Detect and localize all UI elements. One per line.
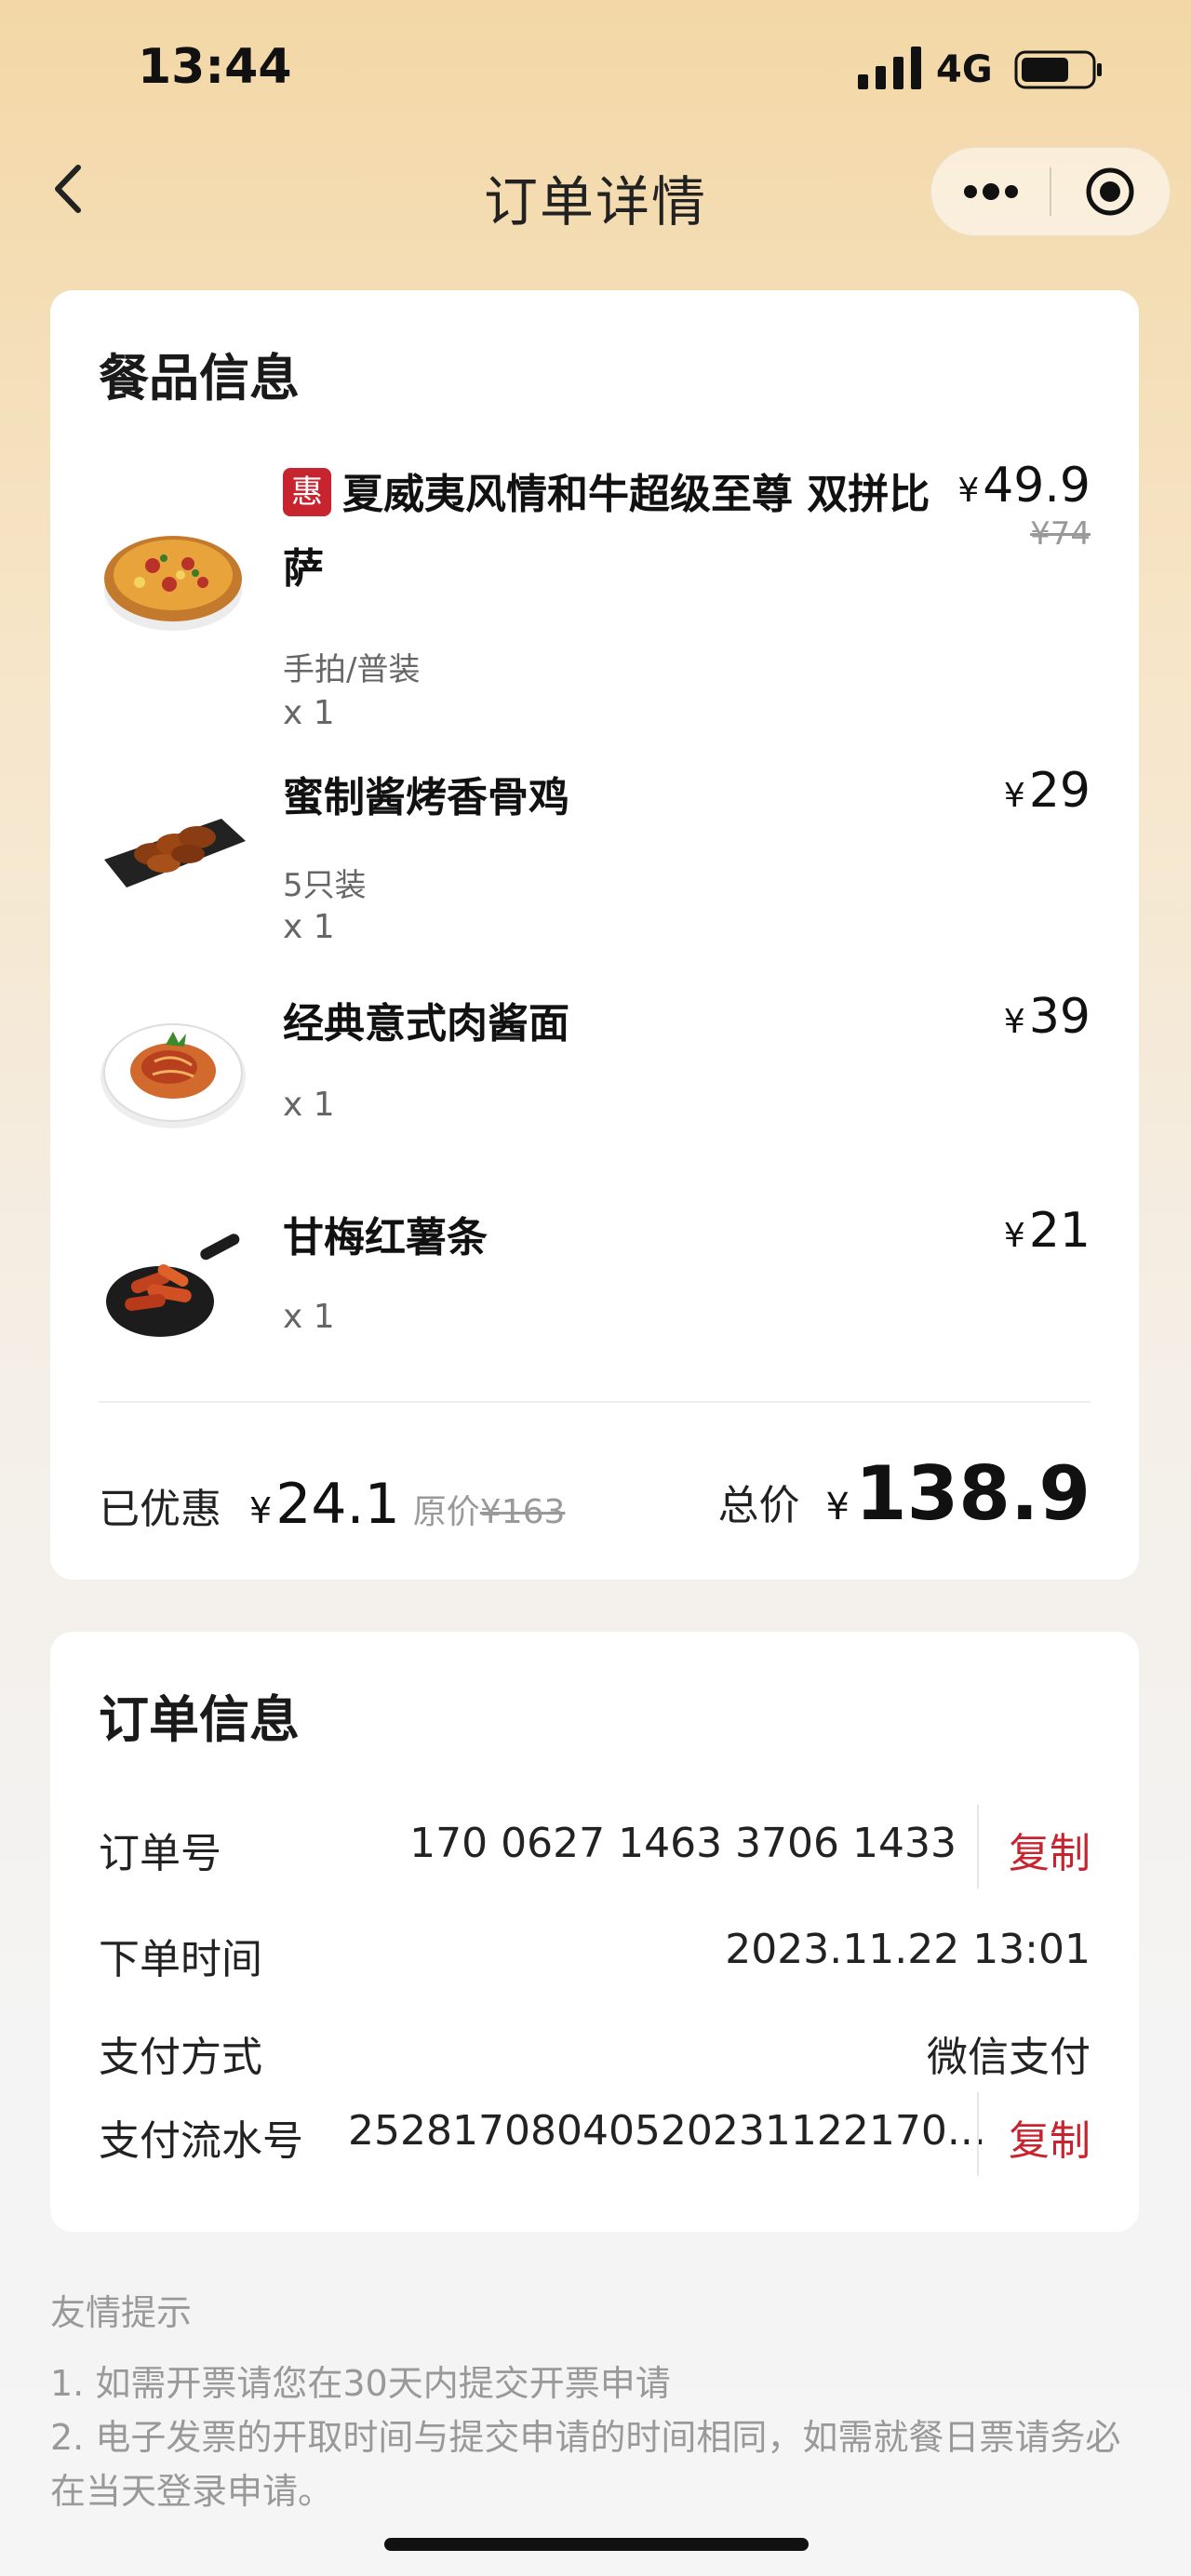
food-item-original-price: ¥74 (1030, 515, 1091, 553)
food-item-price: ¥39 (1004, 989, 1091, 1045)
discount-badge: 惠 (283, 468, 331, 516)
total-summary: 总价 ¥ 138.9 (718, 1450, 1091, 1537)
food-item-price: ¥29 (1004, 763, 1091, 819)
original-total-label: 原价 (412, 1493, 480, 1531)
battery-icon (1014, 50, 1102, 89)
food-item-name: 甘梅红薯条 (283, 1214, 488, 1261)
food-section-title: 餐品信息 (99, 349, 300, 407)
currency-symbol: ¥ (825, 1486, 850, 1528)
original-total-amount: ¥163 (479, 1493, 566, 1531)
pay-method-label: 支付方式 (99, 2034, 262, 2081)
pizza-image (104, 536, 242, 631)
total-amount: 138.9 (854, 1450, 1091, 1537)
order-number-value: 170 0627 1463 3706 1433 (409, 1820, 957, 1867)
food-item-name-wrap: 惠夏威夷风情和牛超级至尊 双拼比萨 (283, 458, 953, 607)
food-item-spec: 手拍/普装 (283, 651, 421, 688)
food-item-qty: x 1 (283, 1086, 335, 1124)
currency-symbol: ¥ (957, 472, 980, 510)
currency-symbol: ¥ (249, 1490, 273, 1531)
copy-pay-serial-button[interactable]: 复制 (1009, 2107, 1091, 2167)
signal-icon (858, 47, 921, 89)
pay-serial-value: 25281708040520231122170... (348, 2107, 986, 2155)
order-number-label: 订单号 (99, 1830, 221, 1877)
pay-method-row: 支付方式 微信支付 (50, 2009, 1139, 2092)
network-label: 4G (936, 48, 993, 91)
currency-symbol: ¥ (1003, 1217, 1025, 1255)
divider (99, 1401, 1091, 1403)
home-indicator (384, 2538, 809, 2551)
order-time-row: 下单时间 2023.11.22 13:01 (50, 1911, 1139, 1995)
pay-serial-label: 支付流水号 (99, 2117, 303, 2165)
order-info-card: 订单信息 订单号 170 0627 1463 3706 1433 复制 下单时间… (50, 1632, 1139, 2232)
currency-symbol: ¥ (1003, 777, 1025, 815)
price-value: 49.9 (983, 458, 1091, 514)
food-item-name: 蜜制酱烤香骨鸡 (283, 774, 569, 821)
close-miniprogram-button[interactable] (1051, 147, 1170, 236)
spaghetti-image (100, 1023, 246, 1128)
discount-amount: 24.1 (275, 1472, 400, 1537)
food-item-qty: x 1 (283, 1298, 335, 1336)
food-item-spec: 5只装 (283, 867, 367, 904)
copy-order-number-button[interactable]: 复制 (1009, 1820, 1091, 1879)
more-dots-icon (963, 183, 1018, 200)
food-info-card: 餐品信息 惠夏威夷风情和牛超级至尊 双拼比萨 手拍/普装 x 1 ¥49.9 ¥… (50, 290, 1139, 1580)
target-icon (1086, 167, 1134, 216)
discount-summary: 已优惠 ¥ 24.1 原价 ¥163 (99, 1472, 565, 1537)
total-label: 总价 (717, 1482, 800, 1529)
food-item-price: ¥49.9 (957, 458, 1091, 514)
mini-program-capsule (930, 147, 1171, 236)
status-time: 13:44 (138, 39, 292, 95)
order-section-title: 订单信息 (99, 1690, 300, 1749)
currency-symbol: ¥ (1003, 1003, 1025, 1041)
chicken-wings-image (104, 819, 246, 888)
food-item-qty: x 1 (283, 908, 335, 946)
tips-title: 友情提示 (50, 2292, 193, 2333)
order-time-label: 下单时间 (99, 1936, 262, 1983)
discount-label: 已优惠 (99, 1486, 221, 1533)
order-number-row: 订单号 170 0627 1463 3706 1433 复制 (50, 1805, 1139, 1889)
price-summary: 已优惠 ¥ 24.1 原价 ¥163 总价 ¥ 138.9 (50, 1450, 1139, 1555)
pay-serial-row: 支付流水号 25281708040520231122170... 复制 (50, 2092, 1139, 2176)
more-button[interactable] (931, 147, 1050, 236)
pay-method-value: 微信支付 (927, 2034, 1091, 2081)
price-value: 39 (1028, 989, 1091, 1045)
status-bar: 13:44 4G (0, 0, 1191, 140)
tips-line: 1. 如需开票请您在30天内提交开票申请 (50, 2363, 671, 2404)
row-divider (977, 1805, 979, 1889)
food-item-price: ¥21 (1004, 1203, 1091, 1259)
sweet-potato-fries-image (106, 1234, 240, 1337)
food-item-qty: x 1 (283, 694, 335, 732)
food-item-name: 经典意式肉酱面 (283, 1000, 569, 1048)
tips-line: 2. 电子发票的开取时间与提交申请的时间相同，如需就餐日票请务必在当天登录申请。 (50, 2417, 1121, 2512)
row-divider (977, 2092, 979, 2176)
price-value: 21 (1028, 1203, 1091, 1259)
food-item-name: 夏威夷风情和牛超级至尊 双拼比萨 (283, 471, 930, 593)
order-time-value: 2023.11.22 13:01 (725, 1926, 1091, 1973)
price-value: 29 (1028, 763, 1091, 819)
